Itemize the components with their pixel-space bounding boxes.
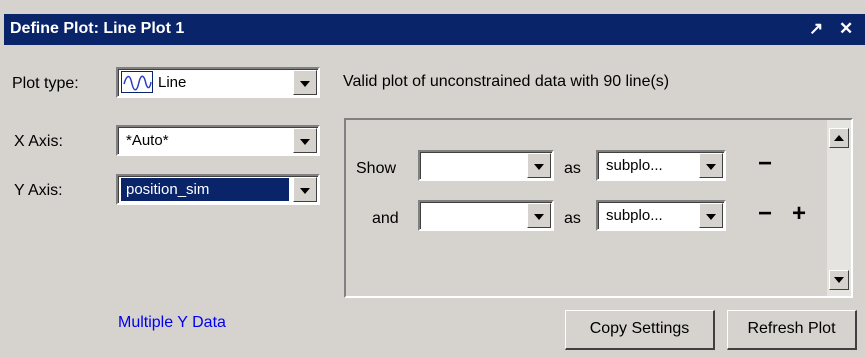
chevron-down-icon[interactable] [293,177,317,202]
row-prefix-label: Show [356,160,397,177]
plot-type-label: Plot type: [12,75,79,92]
chevron-down-icon[interactable] [293,70,317,95]
row-prefix-label: and [372,210,399,227]
title-bar: Define Plot: Line Plot 1 ↗ ✕ [0,0,865,50]
y-axis-label: Y Axis: [14,182,63,199]
panel-scrollbar[interactable] [827,120,851,296]
x-axis-value: *Auto* [126,132,169,149]
multiple-y-data-link[interactable]: Multiple Y Data [118,314,226,332]
title-bar-inner: Define Plot: Line Plot 1 ↗ ✕ [4,14,865,45]
scroll-down-button[interactable] [829,270,849,290]
plot-type-value: Line [158,74,187,91]
window-title: Define Plot: Line Plot 1 [10,20,185,37]
remove-row-button[interactable]: − [758,152,772,176]
chevron-down-icon[interactable] [699,153,723,178]
plot-status-text: Valid plot of unconstrained data with 90… [343,73,670,90]
remove-row-button[interactable]: − [758,202,772,226]
line-plot-icon [121,71,153,93]
show-mode-value: subplo... [606,157,663,174]
x-axis-dropdown[interactable]: *Auto* [116,125,320,156]
refresh-plot-button[interactable]: Refresh Plot [727,310,857,350]
y-axis-dropdown[interactable]: position_sim [116,174,320,205]
add-row-button[interactable]: + [792,202,806,226]
as-label: as [564,160,581,177]
and-mode-dropdown[interactable]: subplo... [596,200,726,231]
chevron-down-icon[interactable] [293,128,317,153]
y-axis-value: position_sim [126,181,210,198]
and-field-dropdown[interactable] [418,200,554,231]
plot-type-dropdown[interactable]: Line [116,67,320,98]
close-icon[interactable]: ✕ [839,18,853,40]
scroll-up-button[interactable] [829,128,849,148]
and-mode-value: subplo... [606,207,663,224]
x-axis-label: X Axis: [14,133,63,150]
data-panel: Show as subplo... − and as subplo... − + [344,118,853,298]
chevron-down-icon[interactable] [527,153,551,178]
chevron-down-icon[interactable] [699,203,723,228]
copy-settings-button[interactable]: Copy Settings [565,310,715,350]
show-field-dropdown[interactable] [418,150,554,181]
chevron-down-icon[interactable] [527,203,551,228]
undock-icon[interactable]: ↗ [809,18,823,40]
show-mode-dropdown[interactable]: subplo... [596,150,726,181]
as-label: as [564,210,581,227]
